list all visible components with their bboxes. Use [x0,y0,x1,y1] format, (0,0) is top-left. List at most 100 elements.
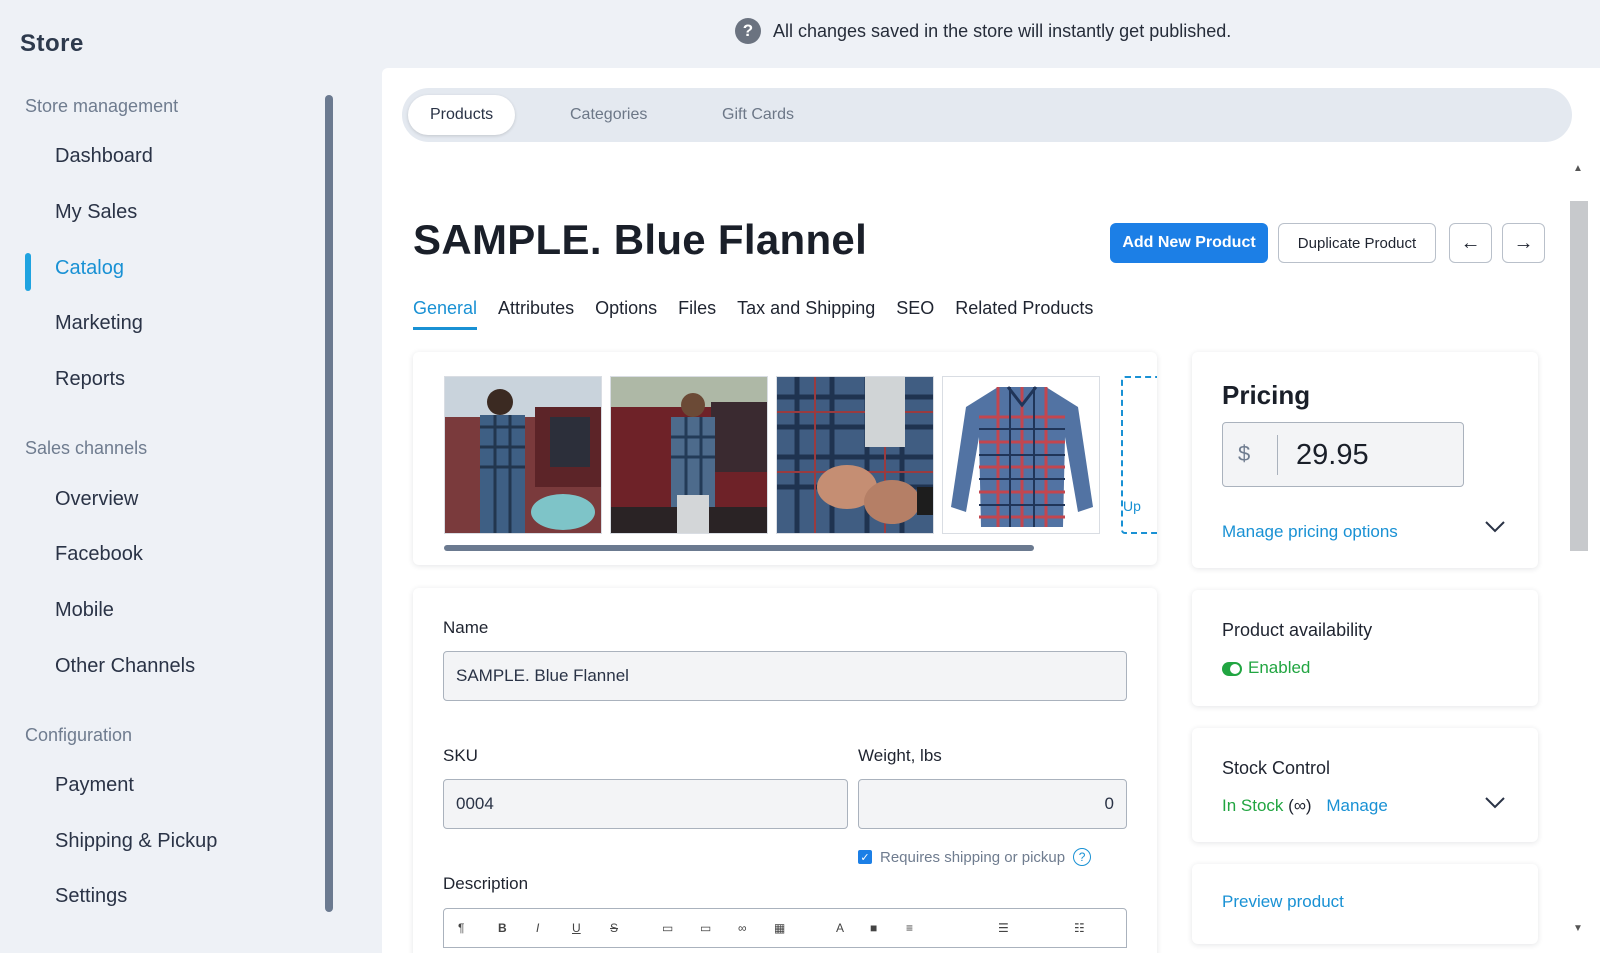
sidebar-item-settings[interactable]: Settings [55,885,127,908]
store-title: Store [20,30,84,57]
underline-icon[interactable]: U [572,921,581,935]
in-stock-label: In Stock [1222,796,1284,815]
sidebar-item-overview[interactable]: Overview [55,488,138,511]
stock-control-card: Stock Control In Stock (∞) Manage [1192,728,1538,842]
active-indicator [25,253,31,291]
tab-general[interactable]: General [413,298,478,330]
upload-label: Up [1123,498,1141,514]
image-gallery: Up [413,352,1157,565]
enabled-label: Enabled [1248,658,1311,677]
pricing-card: Pricing $ 29.95 Manage pricing options [1192,352,1538,568]
sidebar-scrollbar[interactable] [325,95,333,912]
pricing-title: Pricing [1222,380,1311,410]
list-icon[interactable]: ☰ [998,921,1009,935]
section-store-management: Store management [25,96,179,116]
availability-card: Product availability Enabled [1192,590,1538,706]
toggle-icon[interactable] [1222,661,1242,676]
description-editor-toolbar[interactable]: ¶ B I U S ▭ ▭ ∞ ▦ A ■ ≡ ☰ ☷ [443,908,1127,948]
sidebar-item-reports[interactable]: Reports [55,368,125,391]
section-sales-channels: Sales channels [25,438,148,458]
link-icon[interactable]: ∞ [738,921,747,935]
bold-icon[interactable]: B [498,921,507,935]
product-image-3[interactable] [776,376,934,534]
main-scrollbar[interactable]: ▲ ▼ [1570,163,1588,938]
preview-product-link[interactable]: Preview product [1222,892,1344,912]
sku-label: SKU [443,746,478,765]
scroll-thumb[interactable] [1570,201,1588,551]
sku-field[interactable]: 0004 [443,779,848,829]
image-icon[interactable]: ▭ [662,921,673,935]
tab-attributes[interactable]: Attributes [498,298,574,330]
divider [1277,435,1278,475]
chevron-down-icon[interactable] [1484,518,1506,539]
notice-text: All changes saved in the store will inst… [773,20,1232,41]
infinite-label: (∞) [1288,796,1312,815]
requires-shipping-label: Requires shipping or pickup [880,848,1066,866]
chevron-down-icon[interactable] [1484,794,1506,815]
weight-field[interactable]: 0 [858,779,1127,829]
sidebar-item-marketing[interactable]: Marketing [55,312,143,335]
product-image-1[interactable] [444,376,602,534]
align-icon[interactable]: ≡ [906,921,913,935]
stock-status-row: In Stock (∞) Manage [1222,796,1388,816]
price-field[interactable]: $ 29.95 [1222,422,1464,487]
paragraph-icon[interactable]: ¶ [458,921,464,935]
duplicate-product-button[interactable]: Duplicate Product [1278,223,1436,263]
product-image-4[interactable] [942,376,1100,534]
sidebar-item-facebook[interactable]: Facebook [55,543,143,566]
tab-tax-and-shipping[interactable]: Tax and Shipping [737,298,875,330]
sidebar-item-payment[interactable]: Payment [55,774,134,797]
tab-related-products[interactable]: Related Products [955,298,1093,330]
price-value[interactable]: 29.95 [1296,439,1369,472]
tab-seo[interactable]: SEO [896,298,934,330]
video-icon[interactable]: ▭ [700,921,711,935]
add-new-product-button[interactable]: Add New Product [1110,223,1268,263]
top-tabs: Products Categories Gift Cards [402,88,1572,142]
upload-image-button[interactable]: Up [1121,376,1157,534]
font-color-icon[interactable]: A [836,921,844,935]
requires-shipping-checkbox[interactable]: ✓ [858,850,872,864]
name-label: Name [443,618,489,637]
background-color-icon[interactable]: ■ [870,921,877,935]
manage-pricing-link[interactable]: Manage pricing options [1222,522,1398,542]
tab-files[interactable]: Files [678,298,716,330]
gallery-scrollbar[interactable] [444,545,1034,551]
stock-title: Stock Control [1222,758,1331,778]
tab-options[interactable]: Options [595,298,657,330]
help-icon: ? [735,18,761,44]
product-sub-tabs: General Attributes Options Files Tax and… [413,298,1093,330]
description-label: Description [443,874,529,893]
numbered-list-icon[interactable]: ☷ [1074,921,1085,935]
help-icon[interactable]: ? [1073,848,1092,866]
sidebar-item-dashboard[interactable]: Dashboard [55,145,153,168]
tab-categories[interactable]: Categories [548,95,669,135]
product-image-2[interactable] [610,376,768,534]
table-icon[interactable]: ▦ [774,921,785,935]
requires-shipping-row: ✓ Requires shipping or pickup ? [858,848,1092,866]
main-panel: Products Categories Gift Cards ▲ ▼ SAMPL… [382,68,1600,953]
sidebar-item-catalog[interactable]: Catalog [55,257,124,280]
section-configuration: Configuration [25,725,133,745]
scroll-down-icon[interactable]: ▼ [1573,923,1583,934]
sidebar-item-mobile[interactable]: Mobile [55,599,114,622]
italic-icon[interactable]: I [536,921,539,935]
sidebar-item-shipping-pickup[interactable]: Shipping & Pickup [55,830,217,853]
scroll-up-icon[interactable]: ▲ [1573,163,1583,174]
weight-label: Weight, lbs [858,746,942,765]
sidebar: Store Store management Dashboard My Sale… [0,0,340,953]
arrow-left-icon[interactable]: ← [1449,223,1492,263]
availability-status[interactable]: Enabled [1222,658,1310,678]
currency-symbol: $ [1238,441,1251,466]
arrow-right-icon[interactable]: → [1502,223,1545,263]
name-field[interactable]: SAMPLE. Blue Flannel [443,651,1127,701]
preview-card: Preview product [1192,864,1538,944]
page-title: SAMPLE. Blue Flannel [413,216,868,263]
tab-gift-cards[interactable]: Gift Cards [700,95,816,135]
sidebar-item-my-sales[interactable]: My Sales [55,201,137,224]
sidebar-item-other-channels[interactable]: Other Channels [55,655,195,678]
publish-notice: ? All changes saved in the store will in… [735,18,1231,44]
tab-products[interactable]: Products [408,95,516,135]
strike-icon[interactable]: S [610,921,618,935]
manage-stock-link[interactable]: Manage [1326,796,1387,815]
availability-title: Product availability [1222,620,1373,640]
